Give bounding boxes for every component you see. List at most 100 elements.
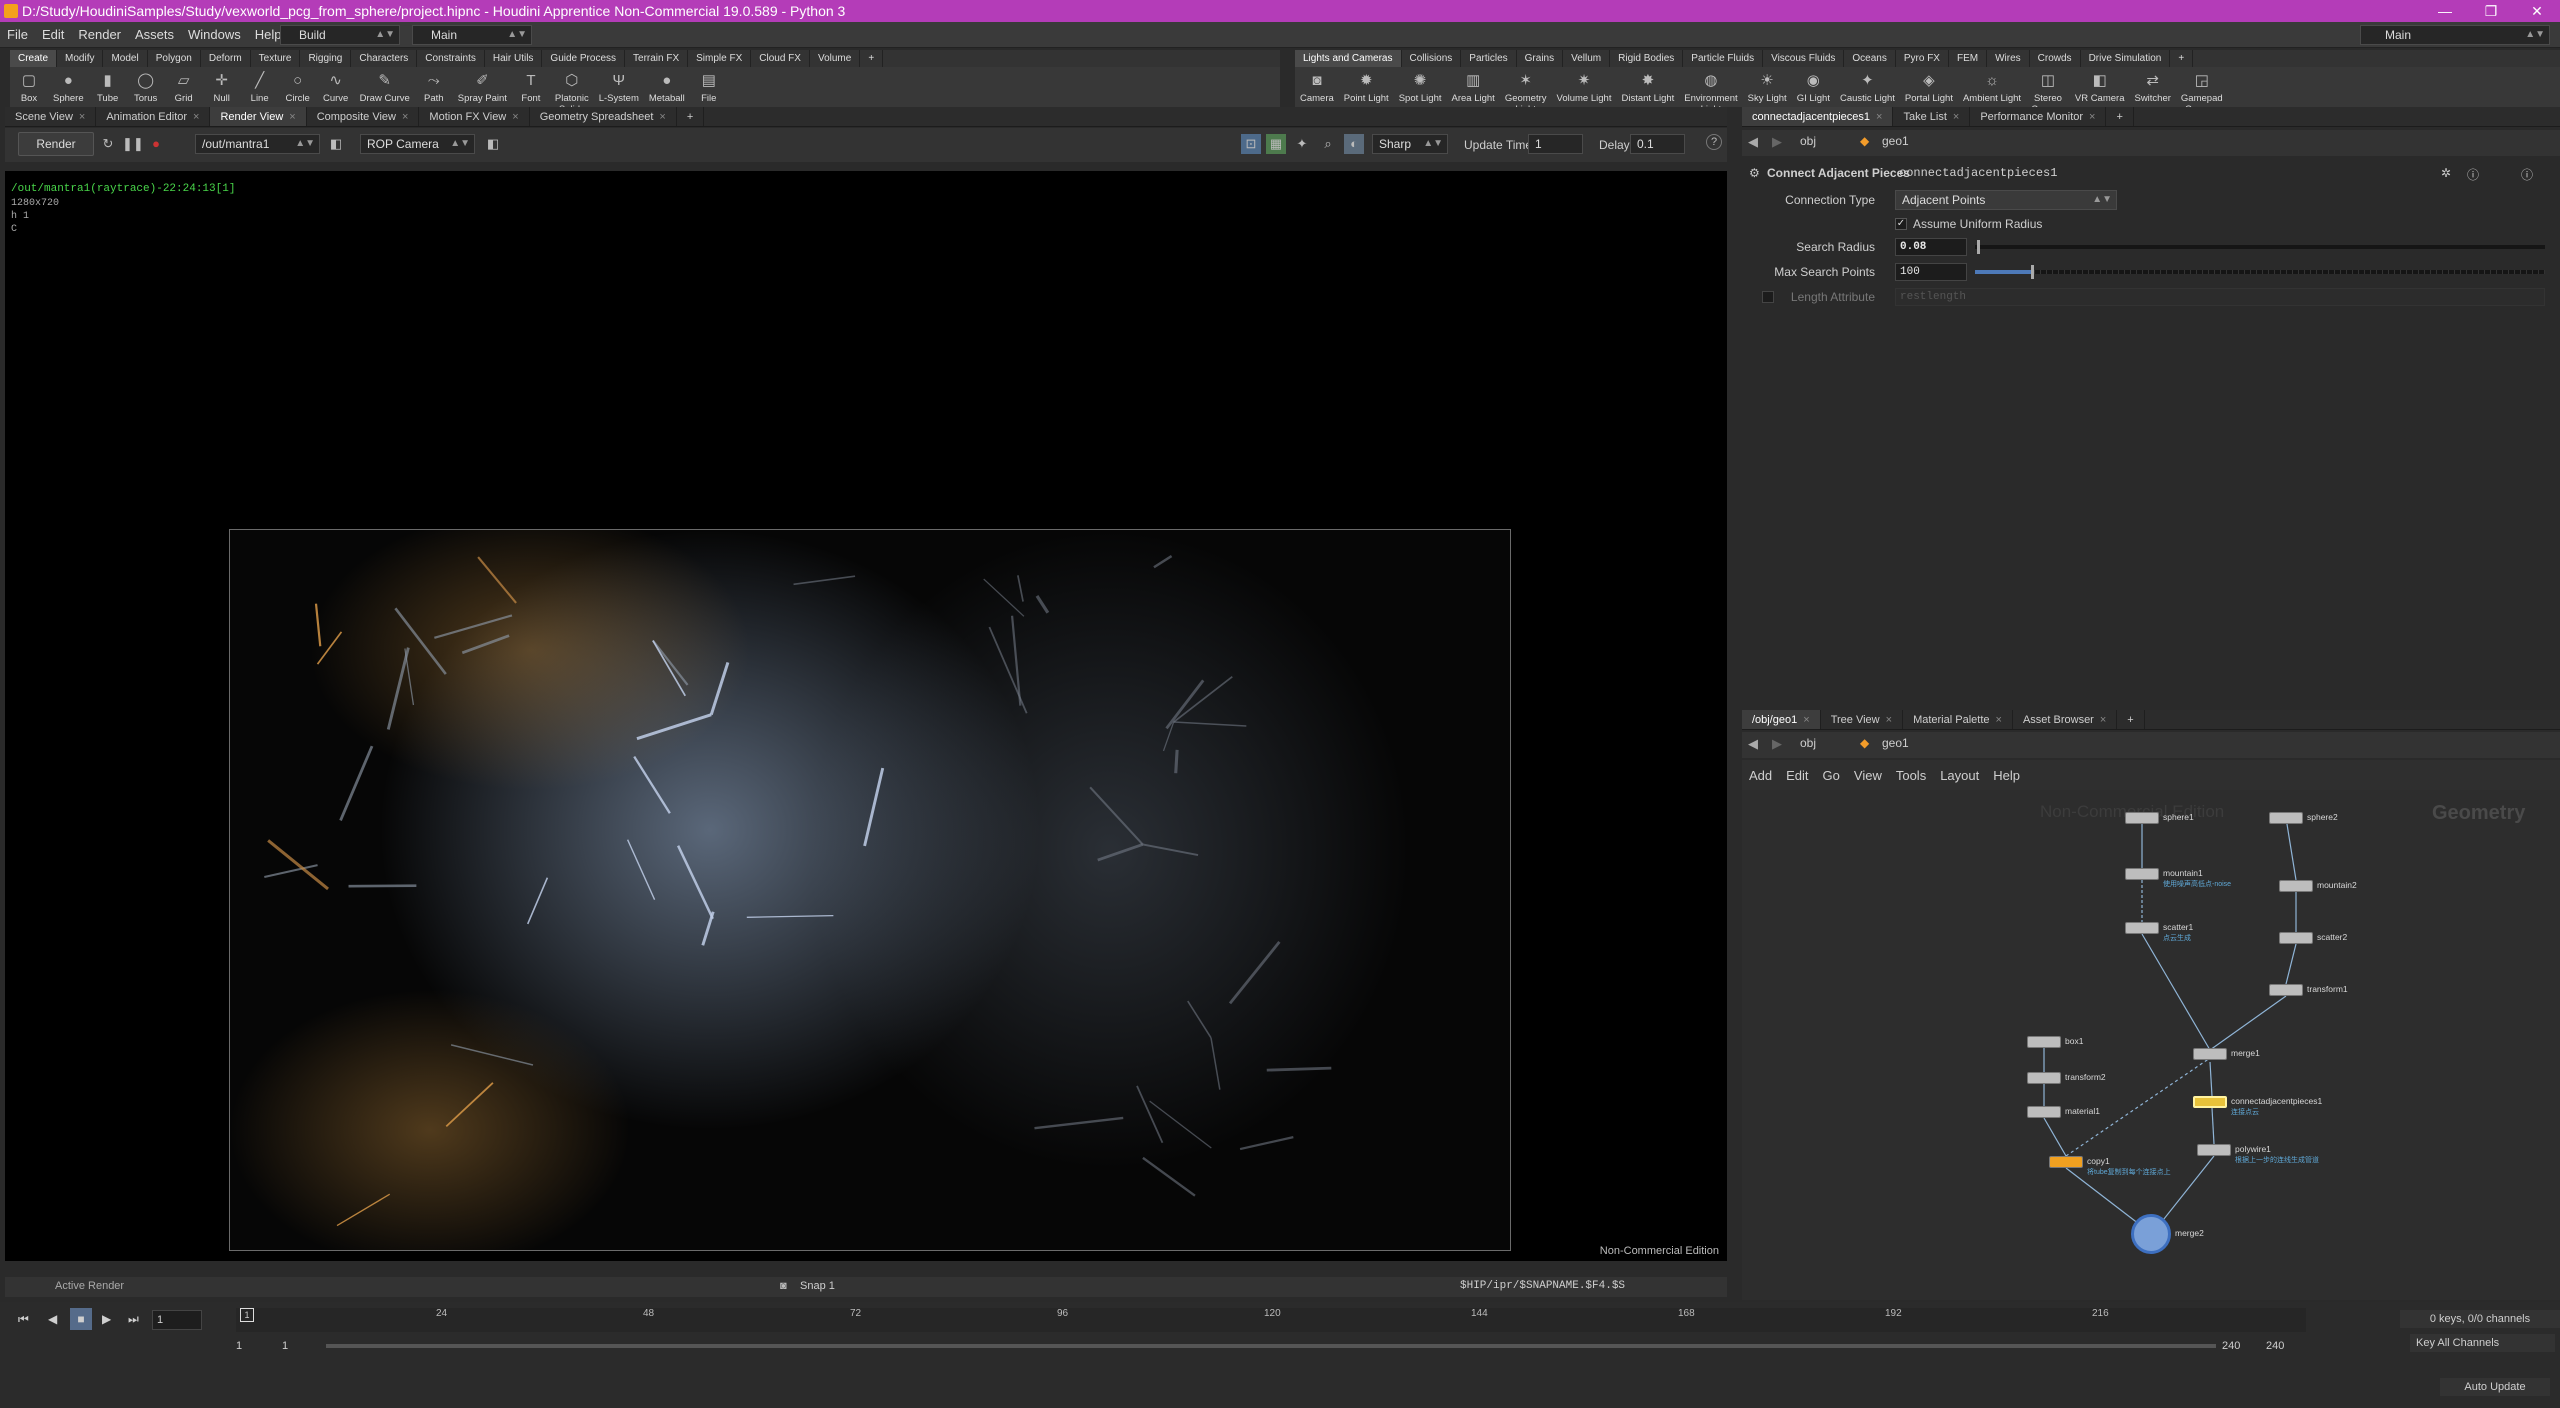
shelf-tool-tube[interactable]: ▮ Tube [89, 67, 127, 104]
render-viewport[interactable]: /out/mantra1(raytrace)-22:24:13[1] 1280x… [5, 171, 1727, 1261]
shelf-tab-pyro-fx[interactable]: Pyro FX [1896, 50, 1949, 67]
minimize-button[interactable]: — [2422, 0, 2468, 22]
desktop-right-select[interactable]: Main ▲▼ [2360, 25, 2550, 45]
shelf-tool-draw-curve[interactable]: ✎ Draw Curve [355, 67, 415, 104]
range-end[interactable]: 240 [2266, 1340, 2284, 1352]
sharp-select[interactable]: Sharp ▲▼ [1372, 134, 1448, 154]
settings-icon[interactable]: ✲ [2441, 166, 2451, 180]
shelf-tool-volume-light[interactable]: ✷ Volume Light [1552, 67, 1617, 104]
node-transform1[interactable] [2269, 984, 2303, 996]
shelf-tab-lights-and-cameras[interactable]: Lights and Cameras [1295, 50, 1402, 67]
shelf-tab-model[interactable]: Model [103, 50, 148, 67]
shelf-tab-particle-fluids[interactable]: Particle Fluids [1683, 50, 1764, 67]
close-tab-icon[interactable]: × [402, 111, 408, 123]
node-pick-icon[interactable]: ◧ [326, 134, 346, 154]
shelf-tab-terrain-fx[interactable]: Terrain FX [625, 50, 689, 67]
jump-start-icon[interactable]: ⏮ [18, 1312, 38, 1327]
node-merge1[interactable] [2193, 1048, 2227, 1060]
network-menu-add[interactable]: Add [1742, 768, 1779, 783]
camera-select[interactable]: ROP Camera ▲▼ [360, 134, 475, 154]
range-start[interactable]: 1 [236, 1340, 242, 1352]
path-geo[interactable]: geo1 [1882, 134, 1909, 148]
shelf-tool-grid[interactable]: ▱ Grid [165, 67, 203, 104]
timeline-track[interactable]: 1 24 48 72 96 120 144 168 192 216 [236, 1308, 2306, 1332]
node-mountain2[interactable] [2279, 880, 2313, 892]
network-menu-help[interactable]: Help [1986, 768, 2027, 783]
close-tab-icon[interactable]: × [79, 111, 85, 123]
pane-tab-[interactable]: + [677, 107, 705, 126]
shelf-tool-camera[interactable]: ◙ Camera [1295, 67, 1339, 104]
max-search-field[interactable]: 100 [1895, 263, 1967, 281]
region-icon[interactable]: ⊡ [1241, 134, 1261, 154]
shelf-tab-[interactable]: + [2170, 50, 2194, 67]
active-render-label[interactable]: Active Render [55, 1280, 124, 1292]
shelf-tab-drive-simulation[interactable]: Drive Simulation [2081, 50, 2171, 67]
shelf-tab-simple-fx[interactable]: Simple FX [688, 50, 752, 67]
shelf-tab-polygon[interactable]: Polygon [148, 50, 201, 67]
shelf-tool-distant-light[interactable]: ✸ Distant Light [1616, 67, 1679, 104]
menu-assets[interactable]: Assets [128, 27, 181, 42]
pane-tab-tree-view[interactable]: Tree View × [1821, 710, 1904, 729]
refresh-icon[interactable]: ↻ [98, 134, 118, 154]
node-name-field[interactable]: connectadjacentpieces1 [1899, 166, 2057, 180]
info-icon[interactable]: ⓘ [2521, 166, 2533, 183]
search-radius-field[interactable]: 0.08 [1895, 238, 1967, 256]
length-attr-field[interactable]: restlength [1895, 288, 2545, 306]
range-slider[interactable] [326, 1344, 2216, 1348]
stop-icon[interactable]: ● [146, 134, 166, 154]
close-tab-icon[interactable]: × [2089, 111, 2095, 123]
shelf-tab-[interactable]: + [860, 50, 884, 67]
close-button[interactable]: ✕ [2514, 0, 2560, 22]
shelf-tool-vr-camera[interactable]: ◧ VR Camera [2070, 67, 2130, 104]
node-polywire1[interactable] [2197, 1144, 2231, 1156]
network-menu-go[interactable]: Go [1816, 768, 1847, 783]
max-search-knob[interactable] [2031, 265, 2034, 279]
auto-update-button[interactable]: Auto Update [2440, 1378, 2550, 1396]
forward-arrow-icon[interactable]: ▶ [1772, 134, 1782, 150]
node-merge2[interactable] [2131, 1214, 2171, 1254]
shelf-tool-sky-light[interactable]: ☀ Sky Light [1743, 67, 1792, 104]
camera-snap-icon[interactable]: ◙ [780, 1280, 787, 1292]
out-path-select[interactable]: /out/mantra1 ▲▼ [195, 134, 320, 154]
shelf-tab-modify[interactable]: Modify [57, 50, 104, 67]
network-menu-layout[interactable]: Layout [1933, 768, 1986, 783]
shelf-tool-ambient-light[interactable]: ☼ Ambient Light [1958, 67, 2026, 104]
pane-tab-composite-view[interactable]: Composite View × [307, 107, 420, 126]
shelf-tool-l-system[interactable]: Ψ L-System [594, 67, 644, 104]
menu-windows[interactable]: Windows [181, 27, 248, 42]
maximize-button[interactable]: ❐ [2468, 0, 2514, 22]
shelf-tab-viscous-fluids[interactable]: Viscous Fluids [1763, 50, 1845, 67]
pane-tab-connectadjacentpieces1[interactable]: connectadjacentpieces1 × [1742, 107, 1894, 126]
shelf-tool-line[interactable]: ╱ Line [241, 67, 279, 104]
range-start-visible[interactable]: 1 [282, 1340, 288, 1352]
play-reverse-icon[interactable]: ◀ [48, 1312, 68, 1326]
shelf-tab-deform[interactable]: Deform [201, 50, 251, 67]
search-radius-knob[interactable] [1977, 240, 1980, 254]
range-end-visible[interactable]: 240 [2222, 1340, 2240, 1352]
pane-tab-material-palette[interactable]: Material Palette × [1903, 710, 2013, 729]
shelf-tool-font[interactable]: T Font [512, 67, 550, 104]
network-path-obj[interactable]: obj [1800, 736, 1816, 750]
node-box1[interactable] [2027, 1036, 2061, 1048]
back-arrow-icon[interactable]: ◀ [1748, 134, 1758, 150]
delay-field[interactable]: 0.1 [1630, 134, 1685, 154]
playhead[interactable]: 1 [240, 1308, 254, 1322]
shelf-tab-rigging[interactable]: Rigging [300, 50, 352, 67]
assume-uniform-checkbox[interactable]: ✓ [1895, 218, 1907, 230]
node-material1[interactable] [2027, 1106, 2061, 1118]
shelf-tab-grains[interactable]: Grains [1517, 50, 1564, 67]
pause-icon[interactable]: ❚❚ [122, 134, 144, 154]
ipr-path[interactable]: $HIP/ipr/$SNAPNAME.$F4.$S [1460, 1280, 1625, 1292]
close-tab-icon[interactable]: × [659, 111, 665, 123]
shelf-tool-path[interactable]: ⤳ Path [415, 67, 453, 104]
close-tab-icon[interactable]: × [2100, 714, 2106, 726]
close-tab-icon[interactable]: × [1996, 714, 2002, 726]
close-tab-icon[interactable]: × [1803, 714, 1809, 726]
pane-tab-obj-geo1[interactable]: /obj/geo1 × [1742, 710, 1821, 729]
close-tab-icon[interactable]: × [289, 111, 295, 123]
network-menu-tools[interactable]: Tools [1889, 768, 1933, 783]
network-path-geo[interactable]: geo1 [1882, 736, 1909, 750]
shelf-tool-sphere[interactable]: ● Sphere [48, 67, 89, 104]
shelf-tool-metaball[interactable]: ● Metaball [644, 67, 690, 104]
close-tab-icon[interactable]: × [1886, 714, 1892, 726]
